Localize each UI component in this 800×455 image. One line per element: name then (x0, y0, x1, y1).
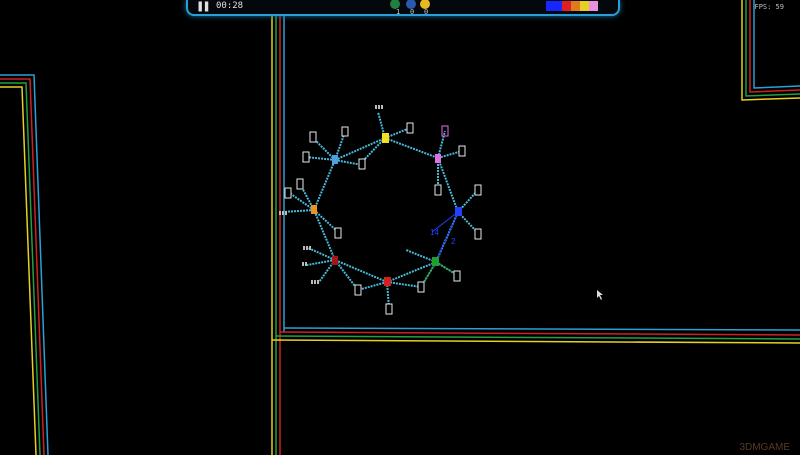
game-board[interactable]: 14 2 (0, 0, 800, 455)
terminal-node[interactable] (334, 227, 342, 239)
resource-count: 0 (424, 8, 429, 16)
map-boundary-left (0, 74, 49, 455)
map-boundary-top-right (741, 0, 800, 101)
terminal-node[interactable] (358, 158, 366, 170)
swatch-red[interactable] (562, 1, 571, 11)
hub-node-blue-light[interactable] (332, 155, 338, 164)
resource-count: 0 (410, 8, 415, 16)
fps-counter: FPS: 59 (754, 3, 784, 11)
terminal-node[interactable] (354, 284, 362, 296)
terminal-node[interactable] (453, 270, 461, 282)
hub-node-pink[interactable] (435, 154, 441, 163)
terminal-node[interactable] (417, 281, 425, 293)
mouse-cursor-icon (597, 290, 603, 300)
swatch-blue[interactable] (546, 1, 562, 11)
hub-node-red[interactable] (384, 277, 391, 286)
map-boundary-bottom (271, 327, 800, 344)
terminal-node[interactable] (296, 178, 304, 190)
terminal-node[interactable] (309, 131, 317, 143)
node-label-14: 14 (430, 228, 439, 237)
hub-node-orange[interactable] (311, 205, 317, 214)
resource-count: 1 (396, 8, 401, 16)
hub-node-dark-red[interactable] (332, 256, 338, 265)
color-palette (546, 1, 598, 11)
terminal-nodes[interactable] (284, 122, 482, 315)
game-timer: 00:28 (216, 1, 244, 11)
terminal-node[interactable] (385, 303, 393, 315)
swatch-yellow[interactable] (580, 1, 589, 11)
terminal-node[interactable] (474, 228, 482, 240)
terminal-node[interactable] (434, 184, 442, 196)
pause-button[interactable]: ❚❚ (196, 1, 211, 12)
map-boundary-center (271, 0, 285, 455)
hub-node-blue[interactable] (455, 207, 462, 216)
terminal-node[interactable] (458, 145, 466, 157)
swatch-pink[interactable] (589, 1, 598, 11)
hub-nodes[interactable] (311, 125, 462, 286)
terminal-node[interactable] (302, 151, 310, 163)
terminal-node[interactable] (341, 126, 349, 137)
swatch-orange[interactable] (571, 1, 580, 11)
top-hud: ❚❚ 00:28 1 0 0 (186, 0, 620, 16)
terminal-node[interactable] (284, 187, 292, 199)
terminal-node[interactable] (474, 184, 482, 196)
hub-node-yellow[interactable] (382, 133, 389, 143)
hub-node-green[interactable] (432, 257, 439, 266)
node-label-2: 2 (451, 237, 456, 246)
watermark: 3DMGAME (739, 442, 790, 453)
terminal-node[interactable] (406, 122, 414, 134)
